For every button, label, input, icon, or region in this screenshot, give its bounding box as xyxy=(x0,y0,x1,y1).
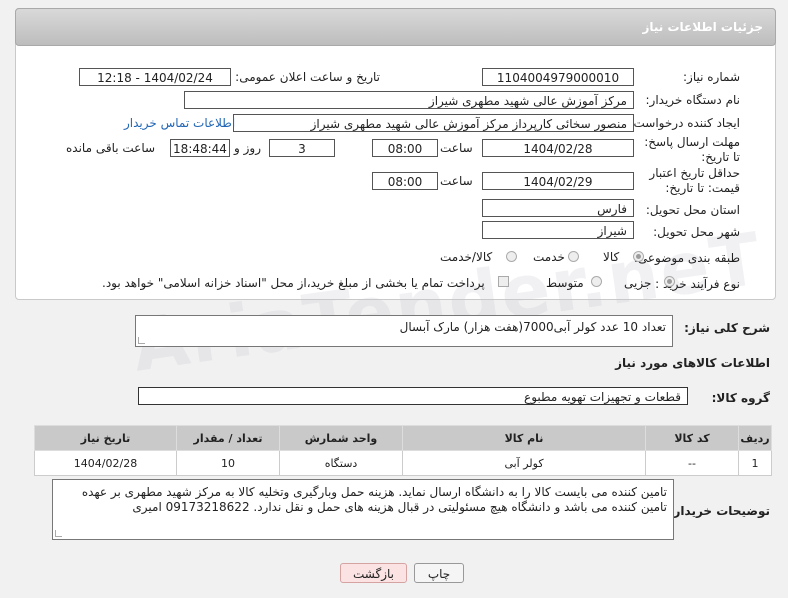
table-row: 1 -- کولر آبی دستگاه 10 1404/02/28 xyxy=(34,450,772,476)
unit-cell: دستگاه xyxy=(279,450,403,476)
header-need-date: تاریخ نیاز xyxy=(34,425,177,451)
header-quantity: تعداد / مقدار xyxy=(176,425,280,451)
category-goods-label: کالا xyxy=(603,250,620,264)
goods-table: ردیف کد کالا نام کالا واحد شمارش تعداد /… xyxy=(34,425,772,476)
validity-time-field: 08:00 xyxy=(372,172,438,190)
goods-group-label: گروه کالا: xyxy=(711,391,770,405)
general-desc-text: تعداد 10 عدد کولر آبی7000(هفت هزار) مارک… xyxy=(399,320,666,334)
announce-datetime-label: تاریخ و ساعت اعلان عمومی: xyxy=(235,70,380,84)
need-number-field: 1104004979000010 xyxy=(482,68,634,86)
reply-time-field: 08:00 xyxy=(372,139,438,157)
category-service-radio[interactable] xyxy=(568,251,579,262)
buyer-org-field: مرکز آموزش عالی شهید مطهری شیراز xyxy=(184,91,634,109)
panel-title: جزئیات اطلاعات نیاز xyxy=(642,20,763,34)
days-label: روز و xyxy=(234,141,261,155)
reply-days-field: 3 xyxy=(269,139,335,157)
category-goods-service-label: کالا/خدمت xyxy=(440,250,493,264)
reply-deadline-label: مهلت ارسال پاسخ: تا تاریخ: xyxy=(644,135,740,164)
buyer-notes-text: تامین کننده می بایست کالا را به دانشگاه … xyxy=(81,485,667,514)
province-label: استان محل تحویل: xyxy=(645,203,740,217)
treasury-payment-checkbox[interactable] xyxy=(498,276,509,287)
row-number-cell: 1 xyxy=(738,450,772,476)
goods-group-field: قطعات و تجهیزات تهویه مطبوع xyxy=(138,387,688,405)
validity-date-field: 1404/02/29 xyxy=(482,172,634,190)
category-service-label: خدمت xyxy=(533,250,565,264)
header-goods-code: کد کالا xyxy=(645,425,739,451)
goods-name-cell: کولر آبی xyxy=(402,450,646,476)
panel-header: جزئیات اطلاعات نیاز xyxy=(15,8,776,46)
goods-table-header: ردیف کد کالا نام کالا واحد شمارش تعداد /… xyxy=(34,425,772,451)
need-date-cell: 1404/02/28 xyxy=(34,450,177,476)
process-medium-label: متوسط xyxy=(546,276,584,290)
validity-time-label: ساعت xyxy=(440,174,473,188)
category-label: طبقه بندی موضوعی: xyxy=(633,251,740,265)
buyer-contact-link[interactable]: اطلاعات تماس خریدار xyxy=(124,116,235,130)
need-number-label: شماره نیاز: xyxy=(683,70,740,84)
category-goods-service-radio[interactable] xyxy=(506,251,517,262)
remaining-time-field: 18:48:44 xyxy=(170,139,230,157)
header-goods-name: نام کالا xyxy=(402,425,646,451)
general-desc-label: شرح کلی نیاز: xyxy=(684,321,770,335)
back-button[interactable]: بازگشت xyxy=(340,563,407,583)
reply-time-label: ساعت xyxy=(440,141,473,155)
payment-note: پرداخت تمام یا بخشی از مبلغ خرید،از محل … xyxy=(102,276,485,290)
remaining-label: ساعت باقی مانده xyxy=(66,141,156,155)
province-field: فارس xyxy=(482,199,634,217)
header-unit: واحد شمارش xyxy=(279,425,403,451)
buyer-notes-label: توضیحات خریدار: xyxy=(668,504,770,518)
city-field: شیراز xyxy=(482,221,634,239)
city-label: شهر محل تحویل: xyxy=(653,225,740,239)
requester-label: ایجاد کننده درخواست: xyxy=(629,116,740,130)
print-button[interactable]: چاپ xyxy=(414,563,464,583)
quantity-cell: 10 xyxy=(176,450,280,476)
buyer-notes-field: تامین کننده می بایست کالا را به دانشگاه … xyxy=(52,479,674,540)
price-validity-label: حداقل تاریخ اعتبار قیمت: تا تاریخ: xyxy=(649,166,740,195)
requester-field: منصور سخائی کارپرداز مرکز آموزش عالی شهی… xyxy=(233,114,634,132)
category-goods-radio[interactable] xyxy=(633,251,644,262)
goods-info-heading: اطلاعات کالاهای مورد نیاز xyxy=(615,356,770,370)
goods-code-cell: -- xyxy=(645,450,739,476)
general-desc-field: تعداد 10 عدد کولر آبی7000(هفت هزار) مارک… xyxy=(135,315,673,347)
process-medium-radio[interactable] xyxy=(591,276,602,287)
buyer-org-label: نام دستگاه خریدار: xyxy=(645,93,741,107)
process-minor-label: جزیی xyxy=(624,276,652,290)
header-row-number: ردیف xyxy=(738,425,772,451)
reply-date-field: 1404/02/28 xyxy=(482,139,634,157)
process-minor-radio[interactable] xyxy=(664,276,675,287)
announce-datetime-field: 1404/02/24 - 12:18 xyxy=(79,68,231,86)
